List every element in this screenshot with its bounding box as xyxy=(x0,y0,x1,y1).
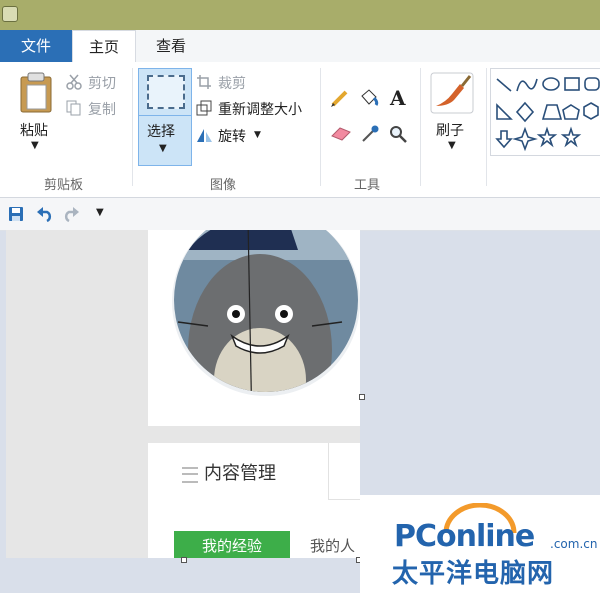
group-separator xyxy=(132,68,133,186)
paste-dropdown-icon[interactable]: ▼ xyxy=(31,140,39,151)
customize-toolbar-icon[interactable]: ▼ xyxy=(96,207,104,218)
eraser-icon[interactable] xyxy=(330,124,352,142)
brand-chinese-name: 太平洋电脑网 xyxy=(392,559,555,589)
my-experience-button[interactable]: 我的经验 xyxy=(174,531,290,558)
list-icon xyxy=(182,467,198,483)
canvas-resize-handle[interactable] xyxy=(181,557,187,563)
copy-icon xyxy=(66,100,81,116)
select-button[interactable]: 选择 ▼ xyxy=(138,68,192,166)
crop-icon xyxy=(197,75,211,89)
select-label: 选择 xyxy=(147,124,175,140)
avatar-card xyxy=(148,230,360,426)
brush-button-label[interactable]: 刷子 xyxy=(436,120,464,140)
ribbon: 粘贴 ▼ 剪切 复制 剪贴板 选择 ▼ 裁剪 重新调整大小 旋转 ▼ 图像 A … xyxy=(0,62,600,198)
select-dropdown-icon[interactable]: ▼ xyxy=(159,143,167,154)
paste-icon[interactable] xyxy=(18,72,54,114)
tools-group-label: 工具 xyxy=(354,178,381,193)
brand-domain: .com.cn xyxy=(550,537,598,551)
tab-file[interactable]: 文件 xyxy=(0,30,72,62)
rotate-icon xyxy=(197,129,212,142)
clipboard-group-label: 剪贴板 xyxy=(44,178,84,193)
group-separator xyxy=(486,68,487,186)
cut-icon xyxy=(66,74,82,90)
redo-icon[interactable] xyxy=(62,206,80,222)
pconline-watermark: PConline .com.cn 太平洋电脑网 xyxy=(360,495,600,593)
pencil-icon[interactable] xyxy=(330,88,350,108)
select-divider xyxy=(139,115,191,116)
rotate-button[interactable]: 旋转 xyxy=(218,126,246,146)
ribbon-tab-bar: 文件 主页 查看 xyxy=(0,30,600,64)
magnifier-icon[interactable] xyxy=(388,124,408,144)
shapes-gallery[interactable] xyxy=(490,68,600,156)
canvas-resize-handle[interactable] xyxy=(359,394,365,400)
crop-button[interactable]: 裁剪 xyxy=(218,73,246,93)
my-people-tab[interactable]: 我的人 xyxy=(310,535,355,556)
cut-button[interactable]: 剪切 xyxy=(88,73,116,93)
tab-underline xyxy=(328,499,360,500)
brush-icon[interactable] xyxy=(430,72,474,114)
group-separator xyxy=(320,68,321,186)
totoro-avatar-image xyxy=(172,230,360,396)
resize-button[interactable]: 重新调整大小 xyxy=(218,99,302,119)
tab-view[interactable]: 查看 xyxy=(145,30,197,62)
tab-divider xyxy=(328,443,329,499)
brush-dropdown-icon[interactable]: ▼ xyxy=(448,140,456,151)
rotate-dropdown-icon[interactable]: ▼ xyxy=(254,130,261,140)
paste-button-label[interactable]: 粘贴 xyxy=(20,120,48,140)
tab-home[interactable]: 主页 xyxy=(72,30,136,64)
text-tool-icon[interactable]: A xyxy=(390,86,406,110)
title-bar xyxy=(0,0,600,30)
image-group-label: 图像 xyxy=(210,178,237,193)
undo-icon[interactable] xyxy=(36,206,54,222)
color-picker-icon[interactable] xyxy=(360,124,380,144)
paint-app-icon[interactable] xyxy=(2,6,18,22)
copy-button[interactable]: 复制 xyxy=(88,99,116,119)
brand-name: PConline xyxy=(394,519,535,554)
resize-icon xyxy=(196,100,212,116)
save-icon[interactable] xyxy=(8,206,24,222)
fill-bucket-icon[interactable] xyxy=(358,88,380,108)
content-management-card: 内容管理 我的经验 我的人 xyxy=(148,443,360,558)
shapes-icons xyxy=(495,77,600,152)
quick-access-toolbar: ▼ xyxy=(0,198,600,231)
select-rectangle-icon xyxy=(147,75,185,109)
paint-canvas[interactable]: 内容管理 我的经验 我的人 xyxy=(6,230,360,558)
group-separator xyxy=(420,68,421,186)
section-title: 内容管理 xyxy=(204,463,276,484)
